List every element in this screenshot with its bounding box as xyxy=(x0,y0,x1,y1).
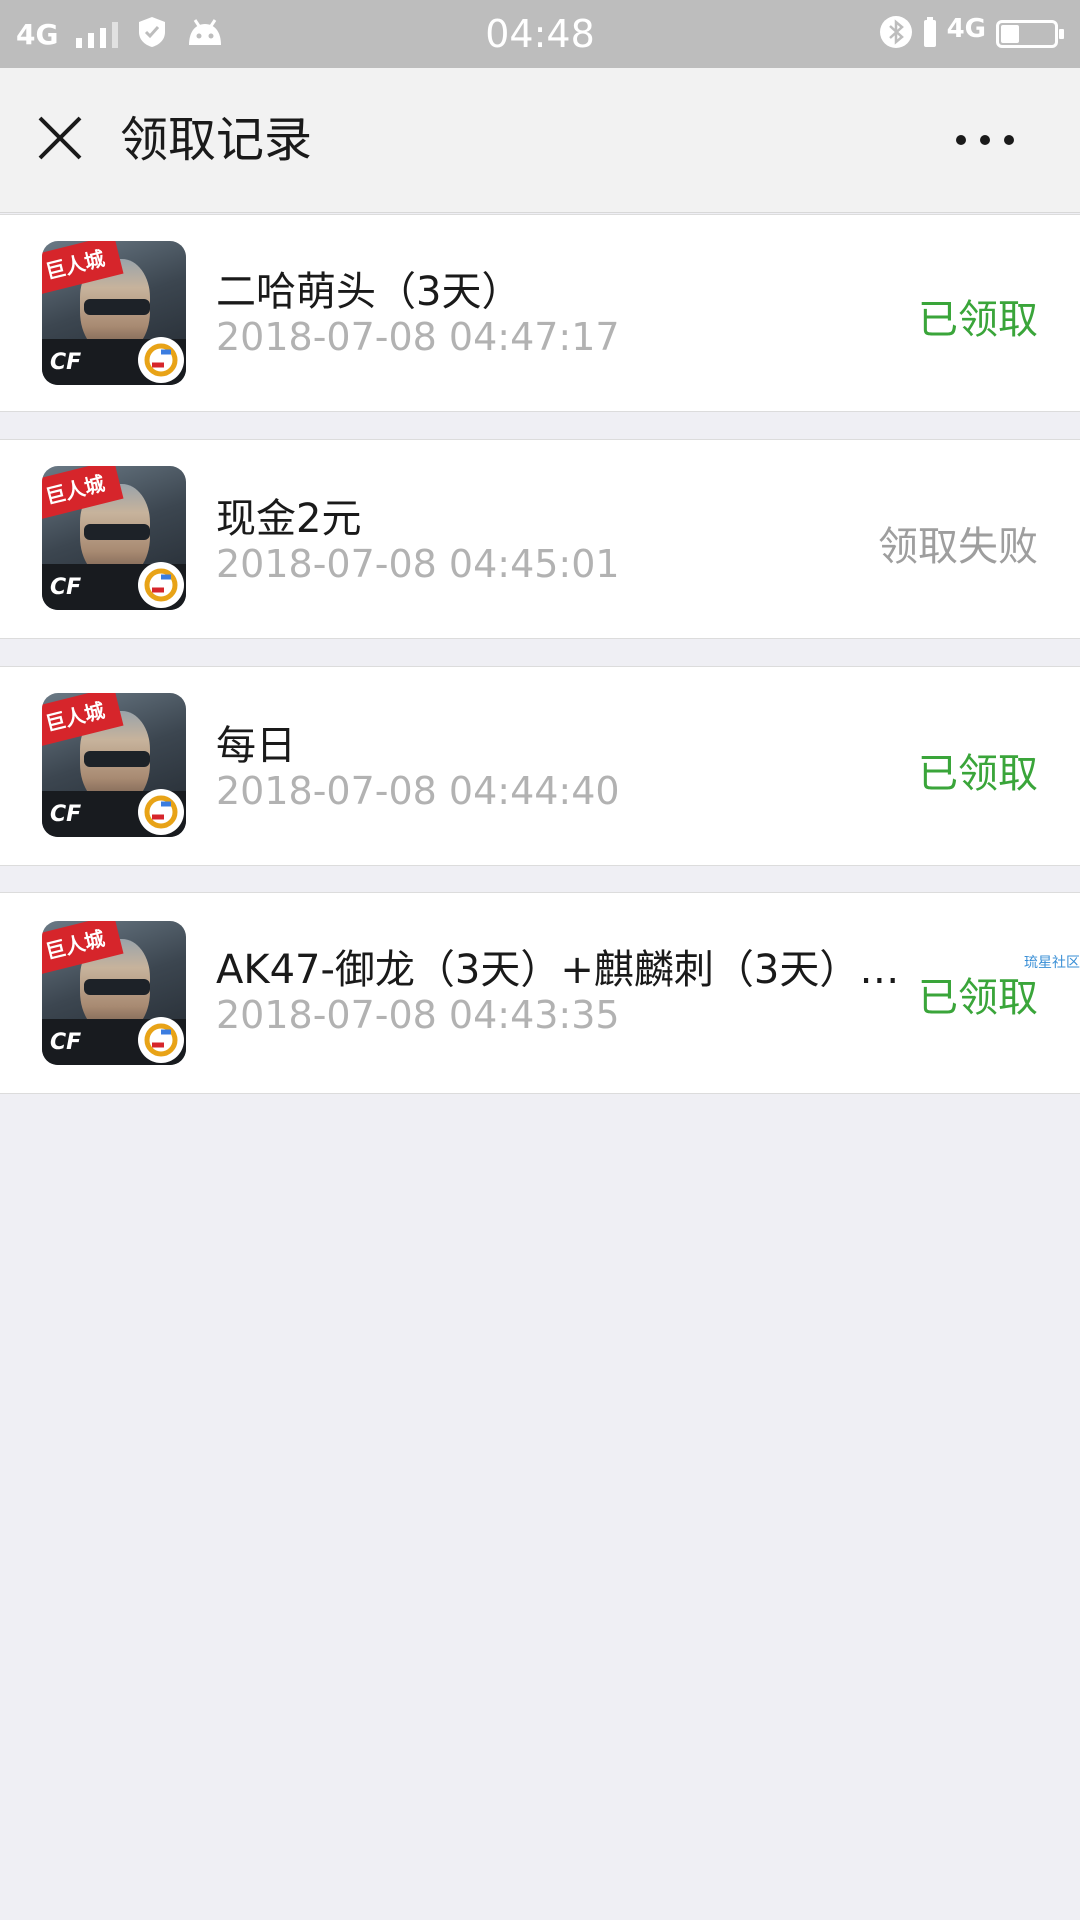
tencent-logo-icon xyxy=(138,1017,184,1063)
record-item[interactable]: 巨人城 CF 每日 2018-07-08 04:44:40 已领取 xyxy=(0,666,1080,866)
game-app-icon: 巨人城 CF xyxy=(42,921,186,1065)
cf-logo: CF xyxy=(50,350,82,375)
status-bar: 4G 04:48 4G xyxy=(0,0,1080,68)
more-icon-dot xyxy=(956,135,966,145)
tencent-logo-icon xyxy=(138,789,184,835)
record-status: 已领取 xyxy=(918,975,1038,1021)
network-type-label-right: 4G xyxy=(946,14,986,44)
record-title: 现金2元 xyxy=(216,496,362,542)
record-time: 2018-07-08 04:43:35 xyxy=(216,993,620,1037)
game-app-icon: 巨人城 CF xyxy=(42,241,186,385)
record-item[interactable]: 巨人城 CF 现金2元 2018-07-08 04:45:01 领取失败 xyxy=(0,439,1080,639)
navigation-bar: 领取记录 xyxy=(0,68,1080,213)
record-item[interactable]: 巨人城 CF 二哈萌头（3天） 2018-07-08 04:47:17 已领取 xyxy=(0,214,1080,412)
tencent-logo-icon xyxy=(138,337,184,383)
watermark: 琉星社区 xyxy=(1024,955,1080,971)
record-time: 2018-07-08 04:45:01 xyxy=(216,542,620,586)
battery-icon xyxy=(996,20,1064,48)
record-time: 2018-07-08 04:47:17 xyxy=(216,315,620,359)
game-app-icon: 巨人城 CF xyxy=(42,693,186,837)
record-status: 已领取 xyxy=(918,751,1038,797)
close-icon xyxy=(38,116,82,160)
cf-logo: CF xyxy=(50,575,82,600)
more-icon-dot xyxy=(980,135,990,145)
battery-level xyxy=(1001,25,1019,43)
more-icon-dot xyxy=(1004,135,1014,145)
page-title: 领取记录 xyxy=(120,112,313,168)
record-time: 2018-07-08 04:44:40 xyxy=(216,769,620,813)
record-item[interactable]: 巨人城 CF AK47-御龙（3天）+麒麟刺（3天）+夏… 2018-07-08… xyxy=(0,892,1080,1094)
more-button[interactable] xyxy=(940,116,1030,164)
record-title: AK47-御龙（3天）+麒麟刺（3天）+夏… xyxy=(216,947,916,993)
cf-logo: CF xyxy=(50,1030,82,1055)
cf-logo: CF xyxy=(50,802,82,827)
tencent-logo-icon xyxy=(138,562,184,608)
close-button[interactable] xyxy=(30,108,90,168)
record-title: 二哈萌头（3天） xyxy=(216,269,522,315)
record-title: 每日 xyxy=(216,723,296,769)
record-status: 领取失败 xyxy=(878,524,1038,570)
bluetooth-icon xyxy=(879,15,913,53)
status-bar-right: 4G xyxy=(879,0,1064,68)
record-status: 已领取 xyxy=(918,297,1038,343)
game-app-icon: 巨人城 CF xyxy=(42,466,186,610)
phone-battery-icon xyxy=(923,16,937,52)
